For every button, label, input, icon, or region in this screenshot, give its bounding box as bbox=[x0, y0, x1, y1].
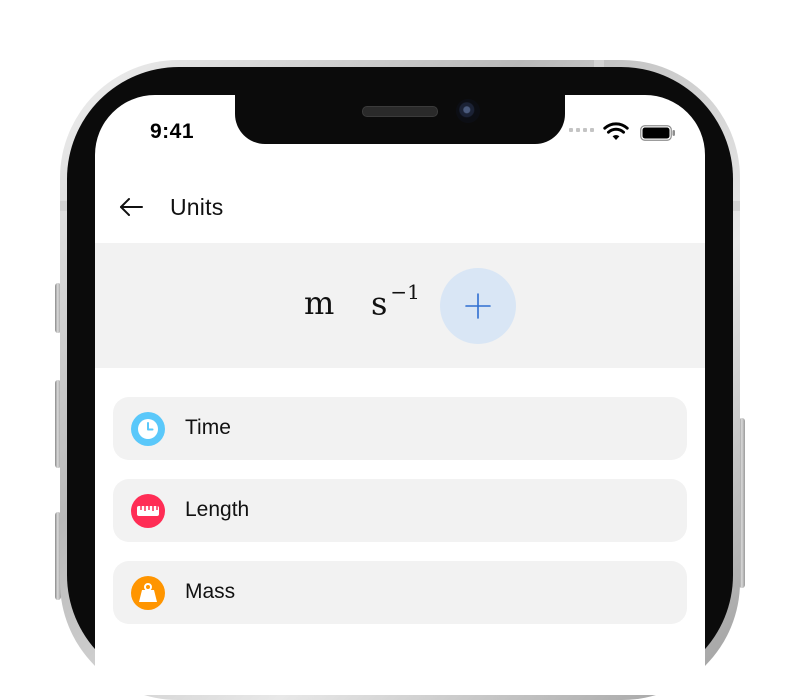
unit-symbol: s bbox=[371, 284, 388, 323]
notch bbox=[235, 95, 565, 144]
wifi-icon bbox=[603, 122, 629, 140]
unit-token[interactable]: m bbox=[304, 284, 334, 322]
category-label: Time bbox=[185, 416, 231, 439]
front-camera bbox=[456, 99, 480, 123]
earpiece-speaker bbox=[362, 106, 438, 117]
ruler-icon bbox=[131, 494, 165, 528]
category-item-mass[interactable]: Mass bbox=[113, 561, 687, 624]
unit-exponent: −1 bbox=[390, 280, 420, 304]
cellular-signal-icon bbox=[569, 128, 594, 132]
page-title: Units bbox=[170, 194, 224, 220]
unit-symbol: m bbox=[304, 284, 335, 322]
arrow-left-icon[interactable] bbox=[118, 194, 144, 220]
weight-icon bbox=[131, 576, 165, 610]
app-bar: Units bbox=[95, 187, 705, 227]
add-unit-button[interactable] bbox=[440, 268, 516, 344]
category-label: Length bbox=[185, 498, 250, 521]
category-label: Mass bbox=[185, 580, 236, 603]
plus-icon bbox=[465, 293, 491, 319]
screen: 9:41 Units m s −1 Time Length Mass bbox=[95, 95, 705, 695]
status-time: 9:41 bbox=[150, 120, 195, 143]
category-item-time[interactable]: Time bbox=[113, 397, 687, 460]
battery-icon bbox=[640, 125, 675, 141]
clock-icon bbox=[131, 412, 165, 446]
unit-token[interactable]: s −1 bbox=[371, 280, 420, 323]
unit-formula: m s −1 bbox=[95, 243, 705, 368]
category-item-length[interactable]: Length bbox=[113, 479, 687, 542]
